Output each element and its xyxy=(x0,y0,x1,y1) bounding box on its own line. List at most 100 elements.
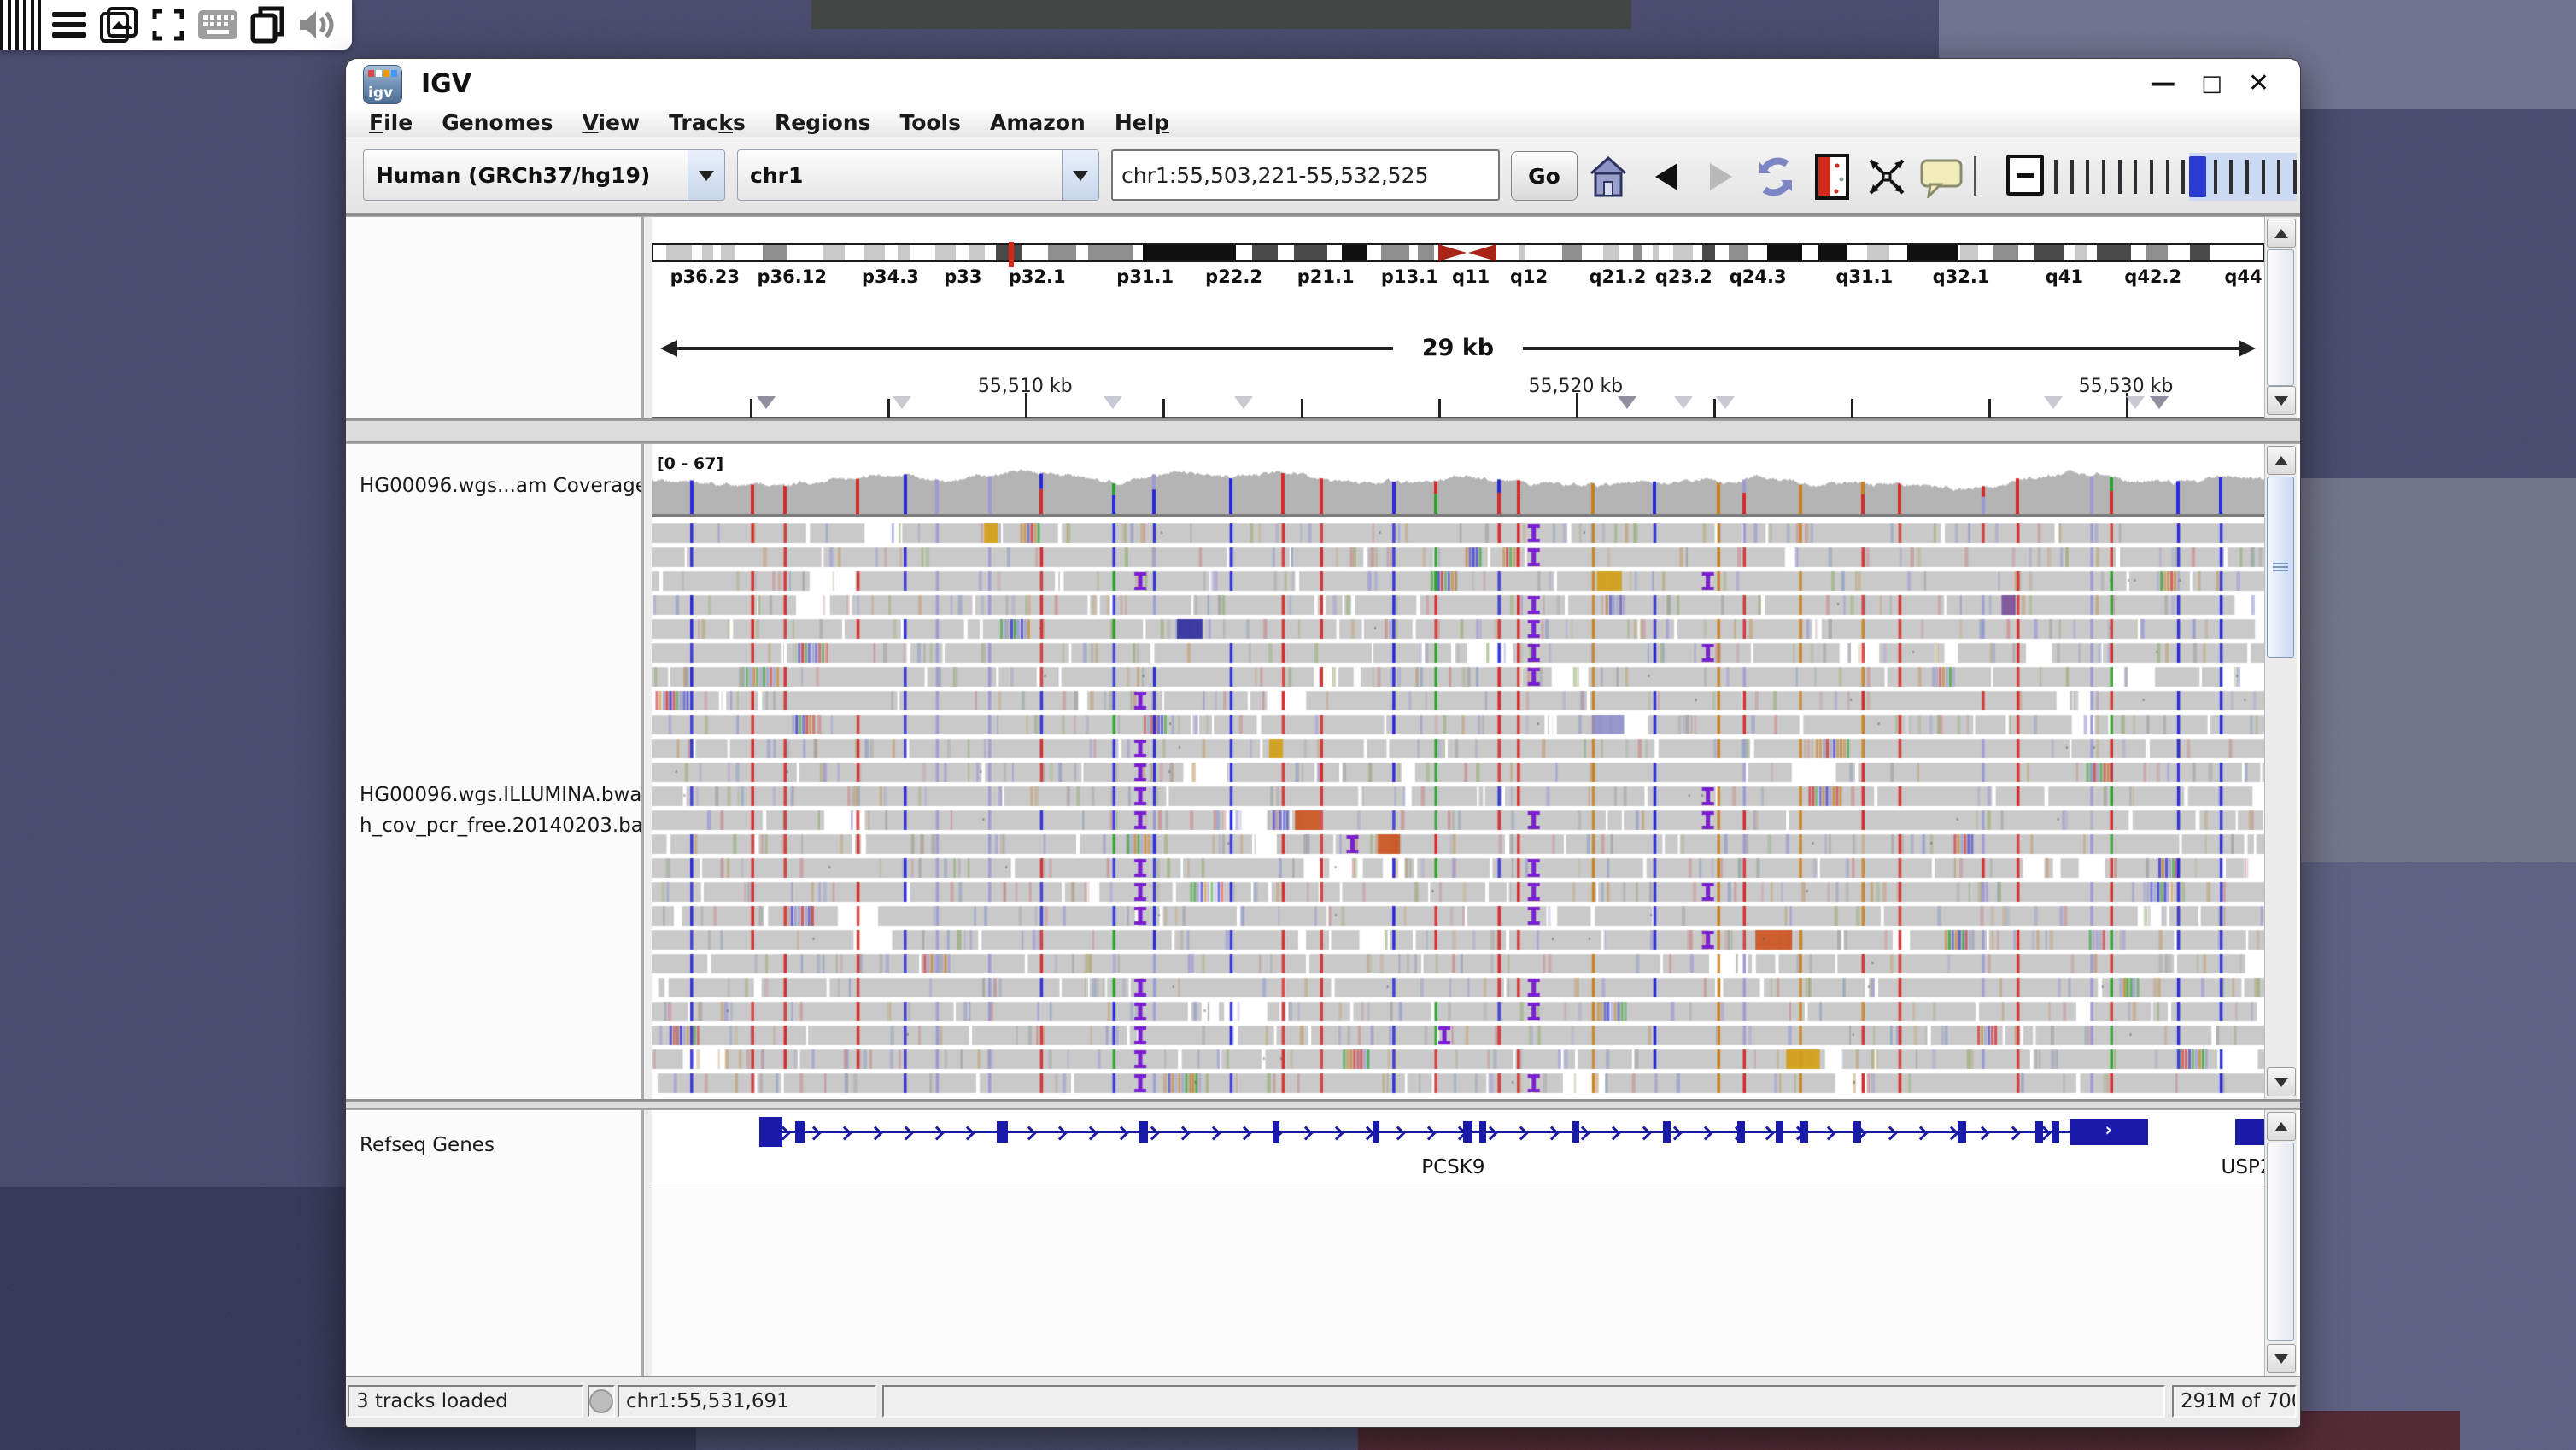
menu-item-help[interactable]: Help xyxy=(1100,110,1184,135)
exon-block[interactable] xyxy=(1776,1121,1783,1143)
keyboard-icon[interactable] xyxy=(196,6,239,44)
scrollbar-thumb[interactable] xyxy=(2267,1143,2294,1341)
title-bar[interactable]: igv IGV — □ ✕ xyxy=(346,59,2300,108)
roi-marker-icon[interactable] xyxy=(1618,396,1636,409)
roi-marker-icon[interactable] xyxy=(1104,396,1122,409)
bam-track-name-line1[interactable]: HG00096.wgs.ILLUMINA.bwa.G xyxy=(360,784,664,806)
panel-splitter[interactable] xyxy=(346,419,2300,443)
exon-block[interactable] xyxy=(1800,1121,1807,1143)
back-icon[interactable] xyxy=(1642,153,1690,201)
strand-arrow-icon xyxy=(1914,1126,1929,1141)
bam-track-name-line2[interactable]: h_cov_pcr_free.20140203.bam xyxy=(360,815,662,837)
exon-block[interactable]: › xyxy=(2070,1119,2149,1145)
chevron-down-icon[interactable] xyxy=(688,150,724,200)
exon-block[interactable] xyxy=(1853,1121,1861,1143)
menu-item-genomes[interactable]: Genomes xyxy=(427,110,567,135)
zoom-slider[interactable] xyxy=(2049,153,2297,201)
volume-icon[interactable] xyxy=(296,6,338,44)
exon-block[interactable] xyxy=(997,1121,1008,1143)
exon-block[interactable] xyxy=(2235,1119,2264,1145)
tooltip-mode-icon[interactable] xyxy=(1917,153,1965,201)
menu-item-tracks[interactable]: Tracks xyxy=(654,110,760,135)
exon-block[interactable] xyxy=(795,1121,805,1143)
roi-marker-icon[interactable] xyxy=(2126,396,2145,409)
gene-label[interactable]: PCSK9 xyxy=(1421,1156,1484,1178)
panel-splitter[interactable] xyxy=(346,1101,2300,1109)
exon-block[interactable] xyxy=(1373,1121,1379,1143)
menu-item-regions[interactable]: Regions xyxy=(760,110,886,135)
exon-block[interactable] xyxy=(1572,1121,1579,1143)
vnc-toolbar xyxy=(0,0,352,50)
gene-panel: Refseq Genes › PCSK9 USP24 xyxy=(346,1109,2300,1377)
exon-block[interactable] xyxy=(1139,1121,1148,1143)
exon-block[interactable] xyxy=(1463,1121,1472,1143)
scroll-up-icon[interactable] xyxy=(2267,446,2296,475)
ruler-panel: p36.23p36.12p34.3p33p32.1p31.1p22.2p21.1… xyxy=(346,216,2300,419)
zoom-out-button[interactable] xyxy=(2006,155,2044,196)
define-region-icon[interactable] xyxy=(1808,153,1856,201)
go-button[interactable]: Go xyxy=(1511,151,1578,201)
chevron-down-icon[interactable] xyxy=(1062,150,1098,200)
coverage-baseline xyxy=(652,514,2264,517)
scroll-down-icon[interactable] xyxy=(2267,386,2296,415)
scrollbar-thumb[interactable] xyxy=(2267,477,2294,658)
maximize-icon[interactable]: □ xyxy=(2201,67,2222,100)
exon-block[interactable] xyxy=(1663,1121,1671,1143)
fullscreen-icon[interactable] xyxy=(147,6,190,44)
reads-canvas[interactable] xyxy=(652,523,2264,1098)
roi-marker-icon[interactable] xyxy=(2150,396,2169,409)
alignment-data-area[interactable]: [0 - 67] xyxy=(652,444,2264,1099)
scrollbar[interactable] xyxy=(2264,1110,2297,1376)
chromosome-select[interactable]: chr1 xyxy=(737,149,1099,201)
exon-block[interactable] xyxy=(2052,1121,2059,1143)
menu-icon[interactable] xyxy=(48,6,91,44)
gallery-icon[interactable] xyxy=(97,6,140,44)
gene-label[interactable]: USP24 xyxy=(2221,1156,2264,1178)
scrollbar[interactable] xyxy=(2264,217,2297,418)
roi-marker-icon[interactable] xyxy=(2044,396,2063,409)
exon-block[interactable] xyxy=(1479,1121,1486,1143)
coverage-canvas[interactable] xyxy=(652,456,2264,514)
locus-input[interactable] xyxy=(1111,149,1500,201)
scroll-down-icon[interactable] xyxy=(2267,1067,2296,1096)
menu-item-tools[interactable]: Tools xyxy=(885,110,975,135)
roi-marker-icon[interactable] xyxy=(1234,396,1253,409)
roi-marker-icon[interactable] xyxy=(1674,396,1693,409)
scroll-up-icon[interactable] xyxy=(2267,1112,2296,1141)
minimize-icon[interactable]: — xyxy=(2150,67,2175,100)
roi-marker-icon[interactable] xyxy=(1716,396,1735,409)
copy-icon[interactable] xyxy=(246,6,289,44)
gene-track-name[interactable]: Refseq Genes xyxy=(360,1134,495,1156)
cytoband xyxy=(1252,245,1278,260)
toolbar-grip-handle[interactable] xyxy=(0,0,41,50)
cytoband xyxy=(1673,245,1693,260)
ideogram-ruler-area[interactable]: p36.23p36.12p34.3p33p32.1p31.1p22.2p21.1… xyxy=(652,217,2264,418)
scroll-up-icon[interactable] xyxy=(2267,219,2296,248)
menu-item-file[interactable]: File xyxy=(354,110,427,135)
gene-data-area[interactable]: › PCSK9 USP24 xyxy=(652,1110,2264,1376)
refresh-icon[interactable] xyxy=(1752,153,1800,201)
exon-block[interactable] xyxy=(1273,1121,1279,1143)
exon-block[interactable] xyxy=(1958,1121,1965,1143)
scroll-down-icon[interactable] xyxy=(2267,1344,2296,1373)
home-icon[interactable] xyxy=(1584,153,1632,201)
strand-arrow-icon xyxy=(2006,1126,2021,1141)
exon-block[interactable] xyxy=(2035,1121,2043,1143)
exon-block[interactable] xyxy=(1737,1121,1745,1143)
zoom-slider-thumb[interactable] xyxy=(2189,156,2206,197)
fit-to-window-icon[interactable] xyxy=(1863,153,1911,201)
cytoband xyxy=(864,245,885,260)
menu-item-amazon[interactable]: Amazon xyxy=(975,110,1100,135)
scrollbar[interactable] xyxy=(2264,444,2297,1099)
desktop: igv IGV — □ ✕ FileGenomesViewTracksRegio… xyxy=(0,0,2576,1450)
forward-icon[interactable] xyxy=(1697,153,1745,201)
genome-select[interactable]: Human (GRCh37/hg19) xyxy=(363,149,725,201)
chromosome-ideogram[interactable] xyxy=(652,243,2264,262)
menu-item-view[interactable]: View xyxy=(568,110,655,135)
exon-block[interactable] xyxy=(759,1117,782,1147)
close-icon[interactable]: ✕ xyxy=(2248,67,2269,100)
roi-marker-icon[interactable] xyxy=(893,396,911,409)
coverage-track-name[interactable]: HG00096.wgs...am Coverage xyxy=(360,475,647,497)
scrollbar-thumb[interactable] xyxy=(2267,249,2294,386)
roi-marker-icon[interactable] xyxy=(757,396,776,409)
